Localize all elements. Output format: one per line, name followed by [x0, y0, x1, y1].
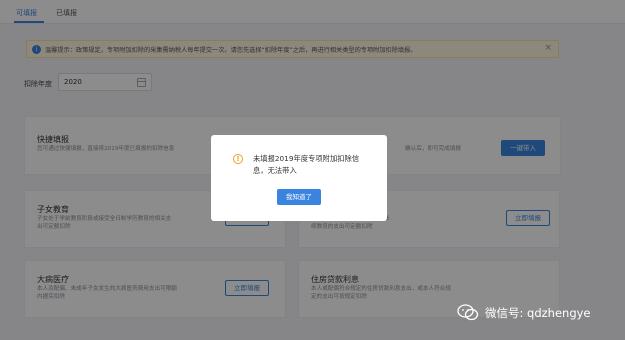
wechat-icon	[457, 304, 479, 321]
dialog-message-line2: 息，无法带入	[253, 166, 297, 175]
watermark-text: 微信号: qdzhengye	[485, 306, 591, 320]
warning-icon: !	[233, 154, 243, 164]
acknowledge-button[interactable]: 我知道了	[277, 189, 321, 205]
alert-dialog: ! 未填报2019年度专项附加扣除信 息，无法带入 我知道了	[211, 135, 387, 221]
watermark: 微信号: qdzhengye	[455, 303, 620, 323]
dialog-message: 未填报2019年度专项附加扣除信	[253, 154, 360, 163]
